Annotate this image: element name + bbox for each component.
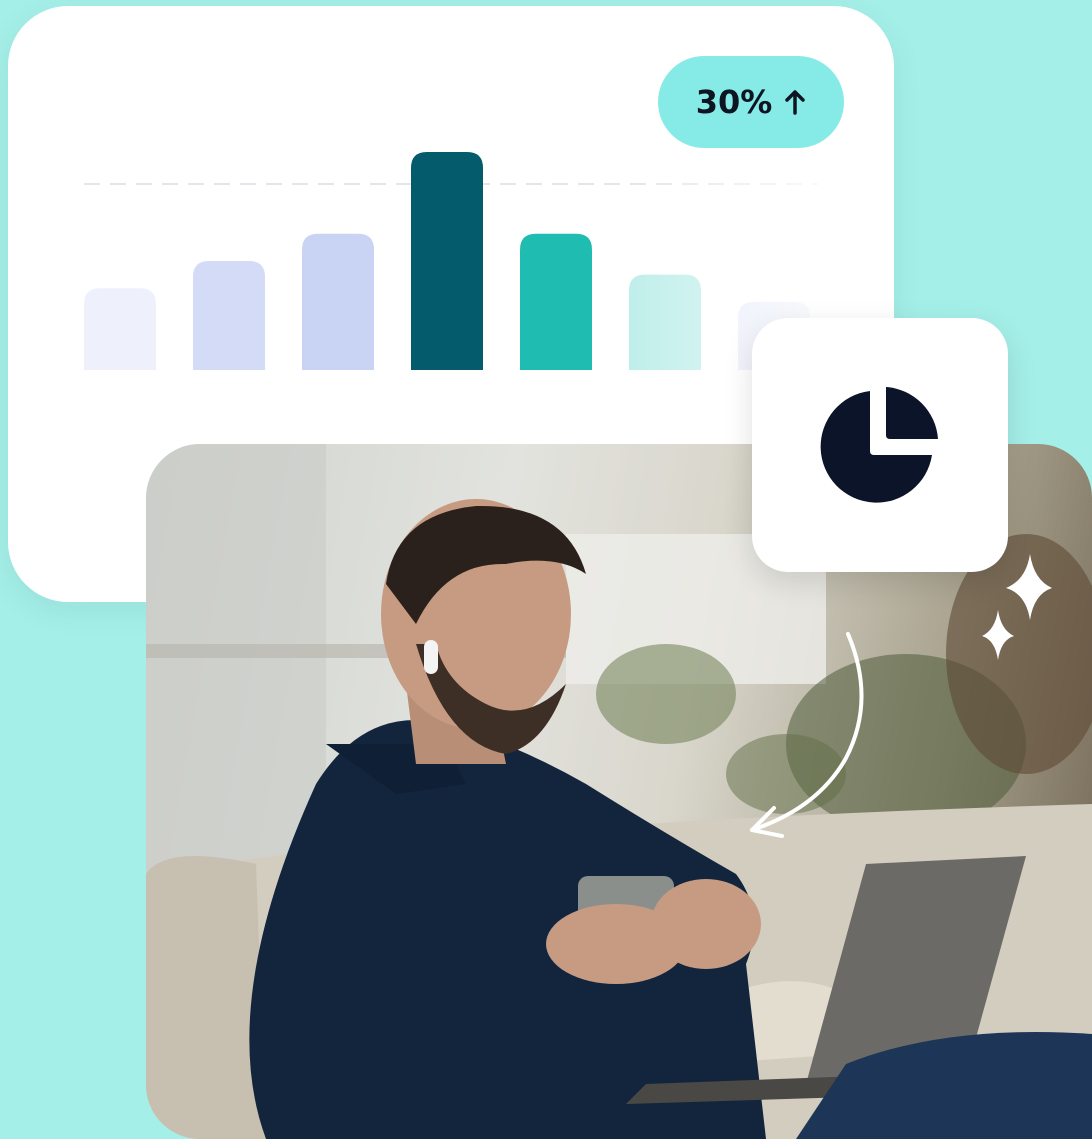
bar-5 (520, 233, 592, 370)
bar-6 (629, 274, 701, 370)
bar-4 (411, 152, 483, 370)
arrow-up-icon (785, 90, 806, 115)
growth-badge: 30% (658, 56, 844, 148)
decorations (750, 554, 1052, 838)
pie-chart-icon (820, 387, 938, 503)
bar-2 (193, 261, 265, 370)
curved-arrow-icon (750, 632, 864, 838)
bar-1 (84, 288, 156, 370)
growth-badge-label: 30% (695, 83, 773, 121)
sparkle-icon (982, 554, 1052, 660)
bar-3 (302, 233, 374, 370)
pie-chart-tile (752, 318, 1008, 572)
